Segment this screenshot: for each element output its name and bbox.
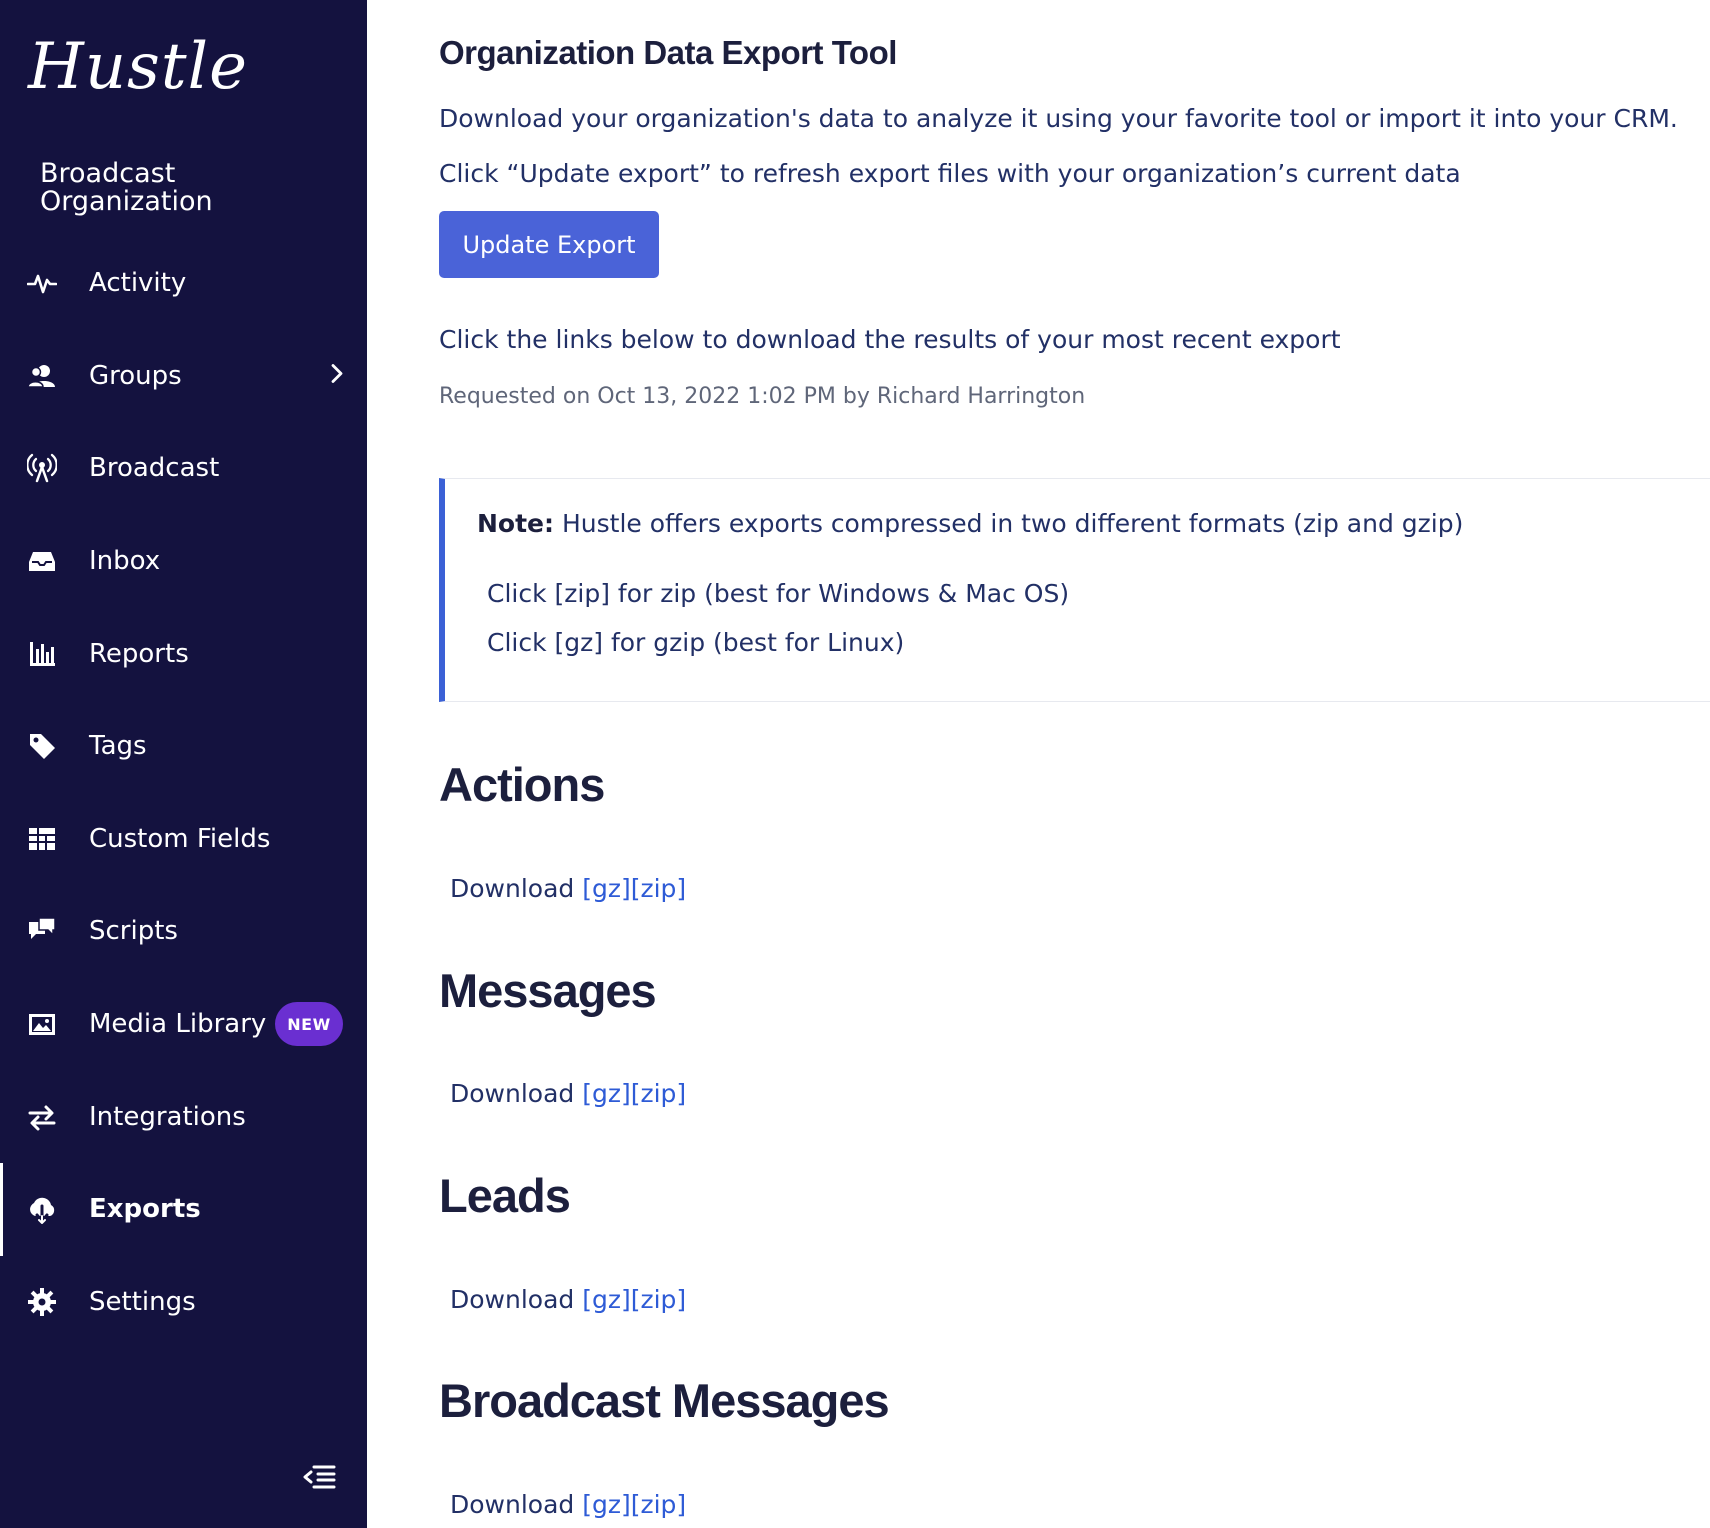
sidebar-item-label: Settings bbox=[89, 1286, 196, 1317]
note-body: Hustle offers exports compressed in two … bbox=[561, 509, 1464, 538]
sidebar-item-activity[interactable]: Activity bbox=[0, 237, 367, 330]
download-row-leads: Download [gz][zip] bbox=[450, 1285, 686, 1314]
update-hint-text: Click “Update export” to refresh export … bbox=[439, 159, 1461, 188]
sidebar-item-label: Scripts bbox=[89, 916, 178, 947]
broadcast-icon bbox=[26, 452, 58, 484]
intro-text: Download your organization's data to ana… bbox=[439, 104, 1678, 133]
reports-icon bbox=[26, 638, 58, 670]
gear-icon bbox=[26, 1286, 58, 1318]
note-gz-line: Click [gz] for gzip (best for Linux) bbox=[487, 628, 905, 657]
sidebar-item-exports[interactable]: Exports bbox=[0, 1162, 367, 1256]
sidebar-item-label: Tags bbox=[89, 731, 147, 762]
note-text: Note: Hustle offers exports compressed i… bbox=[477, 509, 1463, 538]
download-row-actions: Download [gz][zip] bbox=[450, 874, 686, 903]
sidebar-nav: Activity Groups Broadcast Inbox Reports … bbox=[0, 237, 367, 1348]
download-row-broadcast-messages: Download [gz][zip] bbox=[450, 1490, 686, 1519]
note-zip-line: Click [zip] for zip (best for Windows & … bbox=[487, 579, 1070, 608]
sidebar-item-media-library[interactable]: Media Library NEW bbox=[0, 978, 367, 1071]
sidebar-item-label: Activity bbox=[89, 268, 187, 299]
update-export-button[interactable]: Update Export bbox=[439, 211, 659, 278]
download-gz-link[interactable]: [gz] bbox=[582, 874, 631, 903]
sidebar-item-tags[interactable]: Tags bbox=[0, 700, 367, 793]
page-title: Organization Data Export Tool bbox=[439, 34, 897, 71]
sidebar-item-label: Integrations bbox=[89, 1101, 246, 1132]
main-content: Organization Data Export Tool Download y… bbox=[367, 0, 1710, 1528]
sidebar: Hustle Broadcast Organization Activity G… bbox=[0, 0, 367, 1528]
chevron-right-icon[interactable] bbox=[329, 362, 345, 389]
note-label: Note: bbox=[477, 509, 555, 538]
sidebar-item-label: Media Library bbox=[89, 1009, 267, 1040]
section-heading-actions: Actions bbox=[439, 758, 605, 811]
scripts-icon bbox=[26, 915, 58, 947]
sidebar-item-inbox[interactable]: Inbox bbox=[0, 515, 367, 608]
sidebar-item-label: Custom Fields bbox=[89, 823, 271, 854]
download-zip-link[interactable]: [zip] bbox=[631, 1079, 686, 1108]
tag-icon bbox=[26, 730, 58, 762]
links-hint-text: Click the links below to download the re… bbox=[439, 325, 1341, 354]
section-heading-leads: Leads bbox=[439, 1169, 571, 1222]
download-label: Download bbox=[450, 1079, 575, 1108]
sidebar-item-broadcast[interactable]: Broadcast bbox=[0, 422, 367, 515]
requested-info: Requested on Oct 13, 2022 1:02 PM by Ric… bbox=[439, 384, 1086, 409]
exports-icon bbox=[26, 1193, 58, 1225]
download-label: Download bbox=[450, 1490, 575, 1519]
section-heading-broadcast-messages: Broadcast Messages bbox=[439, 1374, 890, 1427]
media-library-icon bbox=[26, 1008, 58, 1040]
sidebar-item-label: Inbox bbox=[89, 546, 161, 577]
sidebar-item-label: Groups bbox=[89, 360, 182, 391]
sidebar-item-settings[interactable]: Settings bbox=[0, 1256, 367, 1349]
download-row-messages: Download [gz][zip] bbox=[450, 1079, 686, 1108]
sidebar-item-label: Reports bbox=[89, 638, 189, 669]
download-label: Download bbox=[450, 874, 575, 903]
inbox-icon bbox=[26, 545, 58, 577]
download-gz-link[interactable]: [gz] bbox=[582, 1079, 631, 1108]
sidebar-item-scripts[interactable]: Scripts bbox=[0, 885, 367, 978]
download-label: Download bbox=[450, 1285, 575, 1314]
sidebar-item-groups[interactable]: Groups bbox=[0, 330, 367, 423]
custom-fields-icon bbox=[26, 823, 58, 855]
groups-icon bbox=[26, 360, 58, 392]
download-gz-link[interactable]: [gz] bbox=[582, 1285, 631, 1314]
sidebar-item-custom-fields[interactable]: Custom Fields bbox=[0, 793, 367, 886]
sidebar-item-reports[interactable]: Reports bbox=[0, 607, 367, 700]
download-zip-link[interactable]: [zip] bbox=[631, 874, 686, 903]
organization-name[interactable]: Broadcast Organization bbox=[40, 160, 300, 216]
sidebar-item-label: Exports bbox=[89, 1194, 201, 1225]
hustle-logo[interactable]: Hustle bbox=[28, 30, 248, 104]
collapse-sidebar-icon[interactable] bbox=[302, 1462, 336, 1492]
note-callout: Note: Hustle offers exports compressed i… bbox=[439, 478, 1710, 702]
new-badge: NEW bbox=[275, 1002, 343, 1047]
sidebar-item-label: Broadcast bbox=[89, 453, 220, 484]
section-heading-messages: Messages bbox=[439, 964, 657, 1017]
integrations-icon bbox=[26, 1101, 58, 1133]
download-gz-link[interactable]: [gz] bbox=[582, 1490, 631, 1519]
sidebar-item-integrations[interactable]: Integrations bbox=[0, 1070, 367, 1163]
download-zip-link[interactable]: [zip] bbox=[631, 1490, 686, 1519]
download-zip-link[interactable]: [zip] bbox=[631, 1285, 686, 1314]
activity-icon bbox=[26, 267, 58, 299]
